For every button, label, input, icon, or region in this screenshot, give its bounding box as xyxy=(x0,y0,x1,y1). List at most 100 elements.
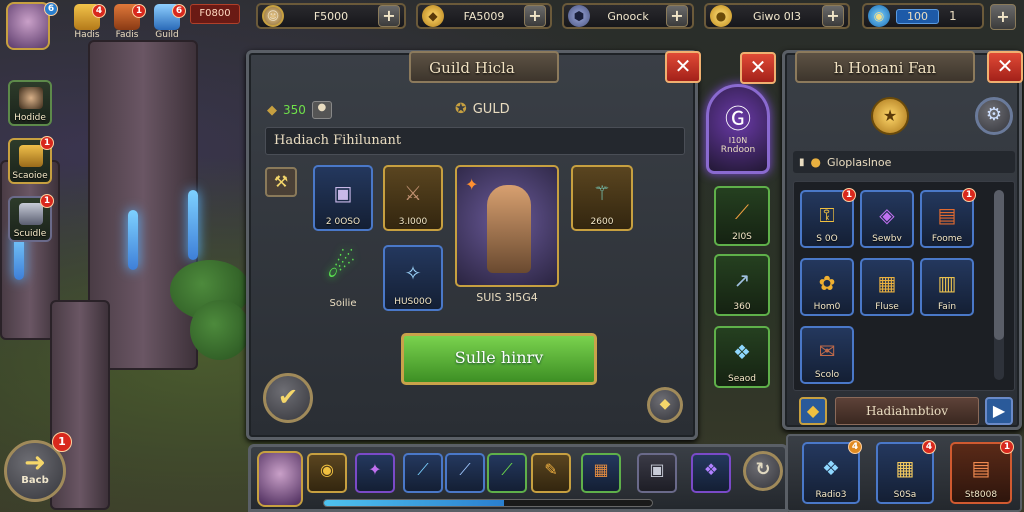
treasure-chest-icon xyxy=(19,145,43,167)
hotbar-slot[interactable]: ▣ xyxy=(637,453,677,493)
hotbar-slot[interactable]: ◉ xyxy=(307,453,347,493)
close-button[interactable]: ✕ xyxy=(987,51,1023,83)
red-chest-icon: ▤ xyxy=(971,456,991,481)
hero-card[interactable]: ✦ xyxy=(455,165,559,287)
add-gems-button[interactable]: + xyxy=(990,4,1016,30)
close-button[interactable]: ✕ xyxy=(740,52,776,84)
hero-portrait-icon: ☺ xyxy=(262,5,284,27)
glowing-rune xyxy=(128,210,138,270)
item-slot[interactable]: ✧ HUS00O xyxy=(383,245,443,311)
ice-crystal-icon: ❖ xyxy=(733,340,751,365)
green-wand-icon: ⟋ xyxy=(501,460,513,480)
add-button[interactable]: + xyxy=(524,5,546,27)
inventory-slot[interactable]: ✉ Scolo xyxy=(800,326,854,384)
sidebar-item-scaoioe[interactable]: Scaoioe 1 xyxy=(8,136,54,184)
gold-flower-icon: ✿ xyxy=(818,270,836,295)
notification-badge: 1 xyxy=(40,136,54,150)
notification-badge: 1 xyxy=(1000,440,1014,454)
sidebar-label: Scaoioe xyxy=(12,171,48,181)
guild-header: ✪ GULD xyxy=(455,101,510,117)
item-slot[interactable]: ▣ 2 0OSO xyxy=(313,165,373,231)
hammer-icon xyxy=(19,203,43,225)
quest-icon-hadis[interactable]: Hadis 4 xyxy=(70,4,106,48)
filter-button[interactable]: ⚒ xyxy=(265,167,297,197)
diamond-button[interactable]: ◆ xyxy=(647,387,683,423)
item-label: 2 0OSO xyxy=(325,217,361,227)
hero-figure xyxy=(487,185,531,273)
emblem-sigil-icon: Ⓖ xyxy=(724,105,751,135)
gold-scroll-icon: ✎ xyxy=(544,460,558,480)
quest-label: Hadis xyxy=(74,30,100,40)
hotbar-slot[interactable]: ✎ xyxy=(531,453,571,493)
item-label: 2600 xyxy=(590,217,614,227)
notification-badge: 1 xyxy=(40,194,54,208)
item-slot[interactable]: ⚔ 3.I000 xyxy=(383,165,443,231)
check-button[interactable]: ✔ xyxy=(263,373,313,423)
confirm-button[interactable]: Sulle hinrv xyxy=(401,333,597,385)
item-slot[interactable]: ↗ 360 xyxy=(714,254,770,316)
inventory-slot[interactable]: ⚿ S 0O 1 xyxy=(800,188,856,248)
panel-title: Guild Hicla xyxy=(429,59,515,77)
item-label: HUS00O xyxy=(394,297,432,307)
section-bar: ▮ ● Gloplaslnoe xyxy=(793,151,1015,173)
hotbar-slot[interactable]: ⟋ xyxy=(445,453,485,493)
add-button[interactable]: + xyxy=(378,5,400,27)
gold-token-icon[interactable]: ★ xyxy=(871,97,909,135)
item-label: Seaod xyxy=(728,374,756,384)
scrollbar-thumb[interactable] xyxy=(994,190,1004,340)
sidebar-item-hodide[interactable]: Hodide xyxy=(8,80,52,126)
quest-icon-guild[interactable]: Guild 6 xyxy=(150,4,186,48)
gold-cube-icon: ▦ xyxy=(895,456,915,481)
experience-fill xyxy=(324,500,505,506)
inventory-slot[interactable]: ▥ Fain xyxy=(920,258,974,316)
hero-label: SUIS 3I5G4 xyxy=(476,291,538,304)
settings-gear-icon[interactable]: ⚙ xyxy=(975,97,1013,135)
notification-badge: 1 xyxy=(842,188,856,202)
hotbar-slot[interactable]: ⟋ xyxy=(487,453,527,493)
hotbar-slot[interactable]: ❖ xyxy=(691,453,731,493)
item-label: St8008 xyxy=(964,490,998,500)
hotbar-slot[interactable]: ✦ xyxy=(355,453,395,493)
green-rune-icon: ☄ xyxy=(327,247,356,285)
item-slot[interactable]: ⚚ 2600 xyxy=(571,165,633,231)
bottom-item-slot[interactable]: ▦ S0Sa 4 xyxy=(876,440,936,504)
hotbar-slot[interactable]: ⟋ xyxy=(403,453,443,493)
inventory-slot[interactable]: ✿ Hom0 xyxy=(800,258,854,316)
guild-crest-icon: ✪ xyxy=(455,101,467,117)
info-icon[interactable]: ● xyxy=(311,101,332,119)
experience-bar xyxy=(323,499,653,507)
bottom-item-slot[interactable]: ▤ St8008 1 xyxy=(950,440,1014,504)
inventory-panel: h Honani Fan ✕ ★ ⚙ ▮ ● Gloplaslnoe ⚿ S 0… xyxy=(782,50,1023,430)
next-arrow-button[interactable]: ▶ xyxy=(985,397,1013,425)
section-label: Gloplaslnoe xyxy=(827,155,892,169)
token-button[interactable]: ◆ xyxy=(799,397,827,425)
guild-emblem[interactable]: Ⓖ I10N Rndoon xyxy=(706,84,770,174)
notification-badge: 1 xyxy=(132,4,146,18)
item-label: Hom0 xyxy=(813,302,841,312)
inventory-grid: ⚿ S 0O 1 ◈ Sewbv ▤ Foome 1 ✿ Hom0 ▦ Flus… xyxy=(793,181,1015,391)
hotbar-slot[interactable]: ▦ xyxy=(581,453,621,493)
resource-value: Giwo 0I3 xyxy=(752,9,802,23)
purple-gem-icon: ◈ xyxy=(879,202,895,227)
sidebar-item-scuidle[interactable]: Scuidle 1 xyxy=(8,194,54,242)
sidebar-label: Hodide xyxy=(14,113,46,123)
add-button[interactable]: + xyxy=(822,5,844,27)
hero-portrait[interactable] xyxy=(257,451,303,507)
item-slot[interactable]: ❖ Seaod xyxy=(714,326,770,388)
resource-suffix: 1 xyxy=(949,9,957,23)
blue-shard-icon: ⟋ xyxy=(417,460,429,480)
crystal-sword-icon: ✧ xyxy=(404,261,422,286)
quest-icon-fadis[interactable]: Fadis 1 xyxy=(110,4,146,48)
refresh-button[interactable]: ↻ xyxy=(743,451,783,491)
close-button[interactable]: ✕ xyxy=(665,51,701,83)
inventory-slot[interactable]: ◈ Sewbv xyxy=(860,190,914,248)
inventory-slot[interactable]: ▤ Foome 1 xyxy=(920,188,976,248)
bottom-item-slot[interactable]: ❖ Radio3 4 xyxy=(802,440,862,504)
panel-title: h Honani Fan xyxy=(833,59,937,77)
rune-item[interactable]: ☄ Soilie xyxy=(313,243,373,313)
item-slot[interactable]: ⟋ 2I0S xyxy=(714,186,770,246)
inventory-slot[interactable]: ▦ Fluse xyxy=(860,258,914,316)
add-button[interactable]: + xyxy=(666,5,688,27)
scrollbar[interactable] xyxy=(994,190,1004,380)
back-label: Bacb xyxy=(21,475,49,486)
